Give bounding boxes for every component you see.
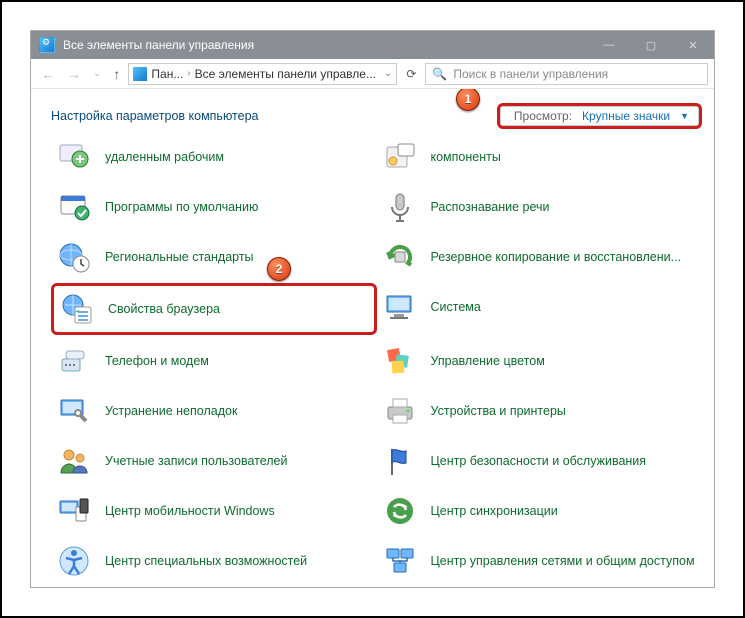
item-label: Устройства и принтеры [431,404,566,419]
breadcrumb-current[interactable]: Все элементы панели управле... [195,67,376,81]
phone-modem-icon [57,345,91,377]
item-label: Программы по умолчанию [105,200,258,215]
view-selector[interactable]: Просмотр: Крупные значки ▼ [497,103,702,129]
view-value: Крупные значки [582,109,670,123]
back-button[interactable]: ← [37,66,59,82]
search-icon: 🔍 [432,67,447,81]
item-phone-modem[interactable]: Телефон и модем [51,337,377,385]
item-security-maintenance[interactable]: Центр безопасности и обслуживания [377,437,703,485]
search-input[interactable]: 🔍 Поиск в панели управления [425,63,708,85]
item-devices-printers[interactable]: Устройства и принтеры [377,387,703,435]
item-components[interactable]: компоненты [377,133,703,181]
item-system[interactable]: Система [377,283,703,331]
recent-button[interactable]: ⌄ [89,68,105,79]
address-bar: ← → ⌄ ↑ Пан... › Все элементы панели упр… [31,59,714,89]
window-controls: — ▢ ✕ [588,31,714,59]
item-network-sharing[interactable]: Центр управления сетями и общим доступом [377,537,703,585]
item-label: Распознавание речи [431,200,550,215]
microphone-icon [383,191,417,223]
item-label: Система [431,300,481,315]
item-label: удаленным рабочим [105,150,224,165]
item-label: Управление цветом [431,354,545,369]
mobility-icon [57,495,91,527]
globe-checklist-icon [60,293,94,325]
breadcrumb[interactable]: Пан... › Все элементы панели управле... … [128,63,397,85]
globe-clock-icon [57,241,91,273]
network-icon [383,545,417,577]
troubleshoot-icon [57,395,91,427]
refresh-button[interactable]: ⟳ [401,67,421,81]
item-internet-options[interactable]: Свойства браузера [51,283,377,335]
item-label: Свойства браузера [108,302,220,317]
content-area: Настройка параметров компьютера Просмотр… [31,89,714,587]
chevron-down-icon[interactable]: ⌄ [384,68,392,79]
printer-icon [383,395,417,427]
item-label: Центр управления сетями и общим доступом [431,554,695,569]
item-default-programs[interactable]: Программы по умолчанию [51,183,377,231]
item-speech-recognition[interactable]: Распознавание речи [377,183,703,231]
item-label: компоненты [431,150,501,165]
close-button[interactable]: ✕ [672,31,714,59]
forward-button[interactable]: → [63,66,85,82]
maximize-button[interactable]: ▢ [630,31,672,59]
item-color-management[interactable]: Управление цветом [377,337,703,385]
system-icon [383,291,417,323]
item-troubleshooting[interactable]: Устранение неполадок [51,387,377,435]
view-label: Просмотр: [514,109,572,123]
user-accounts-icon [57,445,91,477]
default-programs-icon [57,191,91,223]
breadcrumb-root[interactable]: Пан... [151,67,183,81]
item-user-accounts[interactable]: Учетные записи пользователей [51,437,377,485]
item-remote-desktop[interactable]: удаленным рабочим [51,133,377,181]
window-titlebar: Все элементы панели управления — ▢ ✕ [31,31,714,59]
color-management-icon [383,345,417,377]
remote-desktop-icon [57,141,91,173]
item-label: Телефон и модем [105,354,209,369]
item-label: Центр синхронизации [431,504,558,519]
sync-icon [383,495,417,527]
window-title: Все элементы панели управления [63,38,588,52]
backup-icon [383,241,417,273]
item-label: Устранение неполадок [105,404,237,419]
annotation-badge-2: 2 [267,257,291,281]
item-regional-settings[interactable]: Региональные стандарты [51,233,377,281]
control-panel-icon [133,67,147,81]
flag-icon [383,445,417,477]
item-sync-center[interactable]: Центр синхронизации [377,487,703,535]
search-placeholder: Поиск в панели управления [453,67,608,81]
item-backup-restore[interactable]: Резервное копирование и восстановлени... [377,233,703,281]
chevron-down-icon: ▼ [680,111,689,121]
minimize-button[interactable]: — [588,31,630,59]
control-panel-icon [39,37,55,53]
item-label: Центр специальных возможностей [105,554,307,569]
item-label: Центр мобильности Windows [105,504,275,519]
accessibility-icon [57,545,91,577]
items-grid: удаленным рабочим компоненты Программы п… [51,133,702,585]
item-label: Учетные записи пользователей [105,454,288,469]
item-ease-of-access[interactable]: Центр специальных возможностей [51,537,377,585]
components-icon [383,141,417,173]
item-label: Резервное копирование и восстановлени... [431,250,682,265]
up-button[interactable]: ↑ [109,66,124,82]
item-mobility-center[interactable]: Центр мобильности Windows [51,487,377,535]
chevron-right-icon: › [187,68,190,79]
item-label: Центр безопасности и обслуживания [431,454,647,469]
item-label: Региональные стандарты [105,250,254,265]
